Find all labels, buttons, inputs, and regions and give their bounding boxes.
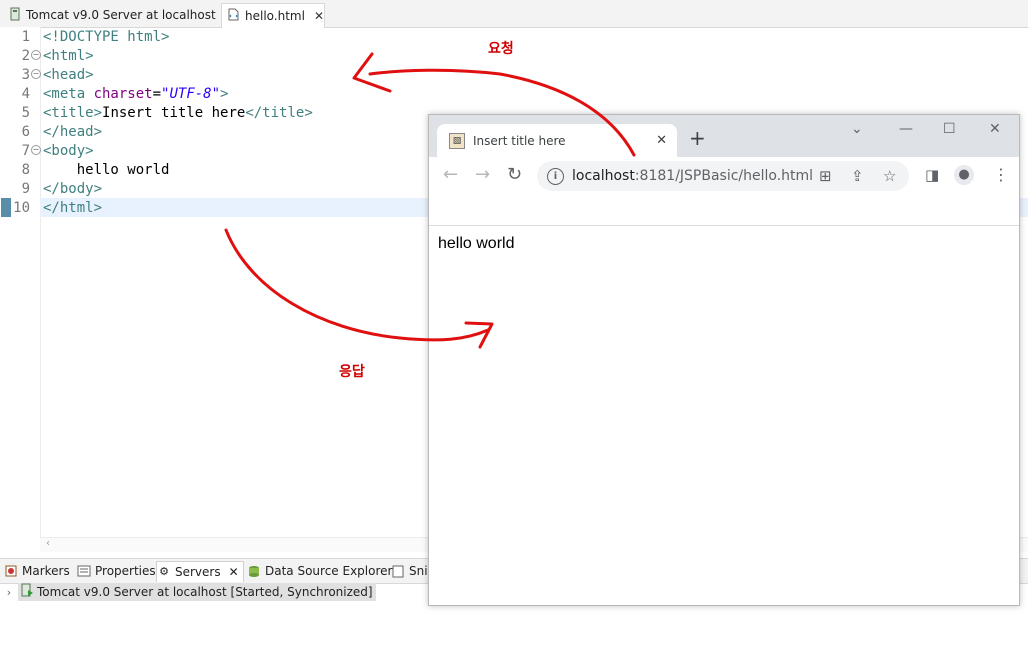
code-line-2: <html> [43,48,94,64]
minimize-icon[interactable]: — [899,121,913,137]
servers-icon: ⚙ [159,565,169,578]
site-info-icon[interactable]: i [547,167,564,185]
bookmark-bar [429,195,1019,226]
close-icon[interactable]: ✕ [229,565,239,579]
line-number: 7 [21,143,30,159]
maximize-icon[interactable]: ☐ [943,121,956,137]
tab-label: Tomcat v9.0 Server at localhost [26,8,216,22]
line-number: 6 [21,124,30,140]
profile-avatar-icon[interactable]: ● [954,165,974,185]
line-number: 3 [21,67,30,83]
editor-tab-bar: Tomcat v9.0 Server at localhost hello.ht… [0,0,1028,28]
browser-toolbar: ← → ↻ i localhost:8181/JSPBasic/hello.ht… [429,157,1019,195]
tab-hello-html[interactable]: hello.html ✕ [221,3,325,28]
back-icon[interactable]: ← [443,165,458,185]
line-number: 4 [21,86,30,102]
new-tab-icon[interactable]: + [689,128,706,148]
code-line-1: <!DOCTYPE html> [43,29,170,45]
markers-icon [4,564,18,578]
data-source-icon [247,564,261,578]
code-line-9: </body> [43,181,103,197]
page-favicon-icon: ▧ [449,132,465,149]
tab-snippets[interactable]: Sni [391,561,428,581]
close-icon[interactable]: ✕ [314,9,324,23]
properties-icon [77,564,91,578]
server-list-row[interactable]: › Tomcat v9.0 Server at localhost [Start… [0,583,376,601]
close-tab-icon[interactable]: ✕ [656,133,667,148]
request-label: 요청 [488,41,514,57]
tab-search-chevron-icon[interactable]: ⌄ [851,121,863,137]
response-label: 응답 [339,364,365,380]
window-close-icon[interactable]: ✕ [989,121,1001,137]
line-number: 8 [21,162,30,178]
code-line-4: <meta charset="UTF-8"> [43,86,229,102]
url-path: :8181/JSPBasic/hello.html [634,168,814,184]
share-icon[interactable]: ⇪ [851,167,864,185]
code-line-7: <body> [43,143,94,159]
bookmark-star-icon[interactable]: ☆ [883,167,896,185]
browser-tab[interactable]: ▧ Insert title here ✕ [437,124,677,157]
line-number: 2 [21,48,30,64]
code-line-3: <head> [43,67,94,83]
tab-servers[interactable]: ⚙ Servers ✕ [156,561,244,582]
browser-window: ▧ Insert title here ✕ + ⌄ — ☐ ✕ ← → ↻ i … [428,114,1020,606]
code-line-6: </head> [43,124,103,140]
menu-kebab-icon[interactable]: ⋮ [993,165,1009,185]
tab-data-source-explorer[interactable]: Data Source Explorer [247,561,392,581]
address-bar[interactable]: i localhost:8181/JSPBasic/hello.html ⊞ ⇪… [537,161,909,191]
code-line-10: </html> [43,200,103,216]
scroll-left-icon[interactable]: ‹ [46,538,50,549]
forward-icon[interactable]: → [475,165,490,185]
reload-icon[interactable]: ↻ [507,165,522,185]
tab-markers[interactable]: Markers [4,561,70,581]
line-number: 9 [21,181,30,197]
tab-tomcat-server[interactable]: Tomcat v9.0 Server at localhost [4,3,218,27]
snippets-icon [391,564,405,578]
line-number: 5 [21,105,30,121]
browser-tab-strip: ▧ Insert title here ✕ + ⌄ — ☐ ✕ [429,115,1019,157]
tab-properties[interactable]: Properties [77,561,156,581]
code-line-5: <title>Insert title here</title> [43,105,313,121]
side-panel-icon[interactable]: ◨ [925,165,939,185]
line-number: 1 [21,29,30,45]
server-running-icon [21,583,33,602]
tab-label: hello.html [245,9,305,23]
server-entry[interactable]: Tomcat v9.0 Server at localhost [Started… [18,583,376,601]
expand-chevron-icon[interactable]: › [0,586,18,599]
server-icon [10,7,20,24]
html-file-icon [228,8,239,24]
url-host: localhost [572,168,635,184]
browser-tab-title: Insert title here [473,133,566,148]
code-line-8: hello world [43,162,170,178]
page-content-text: hello world [438,235,515,252]
translate-icon[interactable]: ⊞ [819,167,832,185]
line-number: 10 [13,200,30,216]
